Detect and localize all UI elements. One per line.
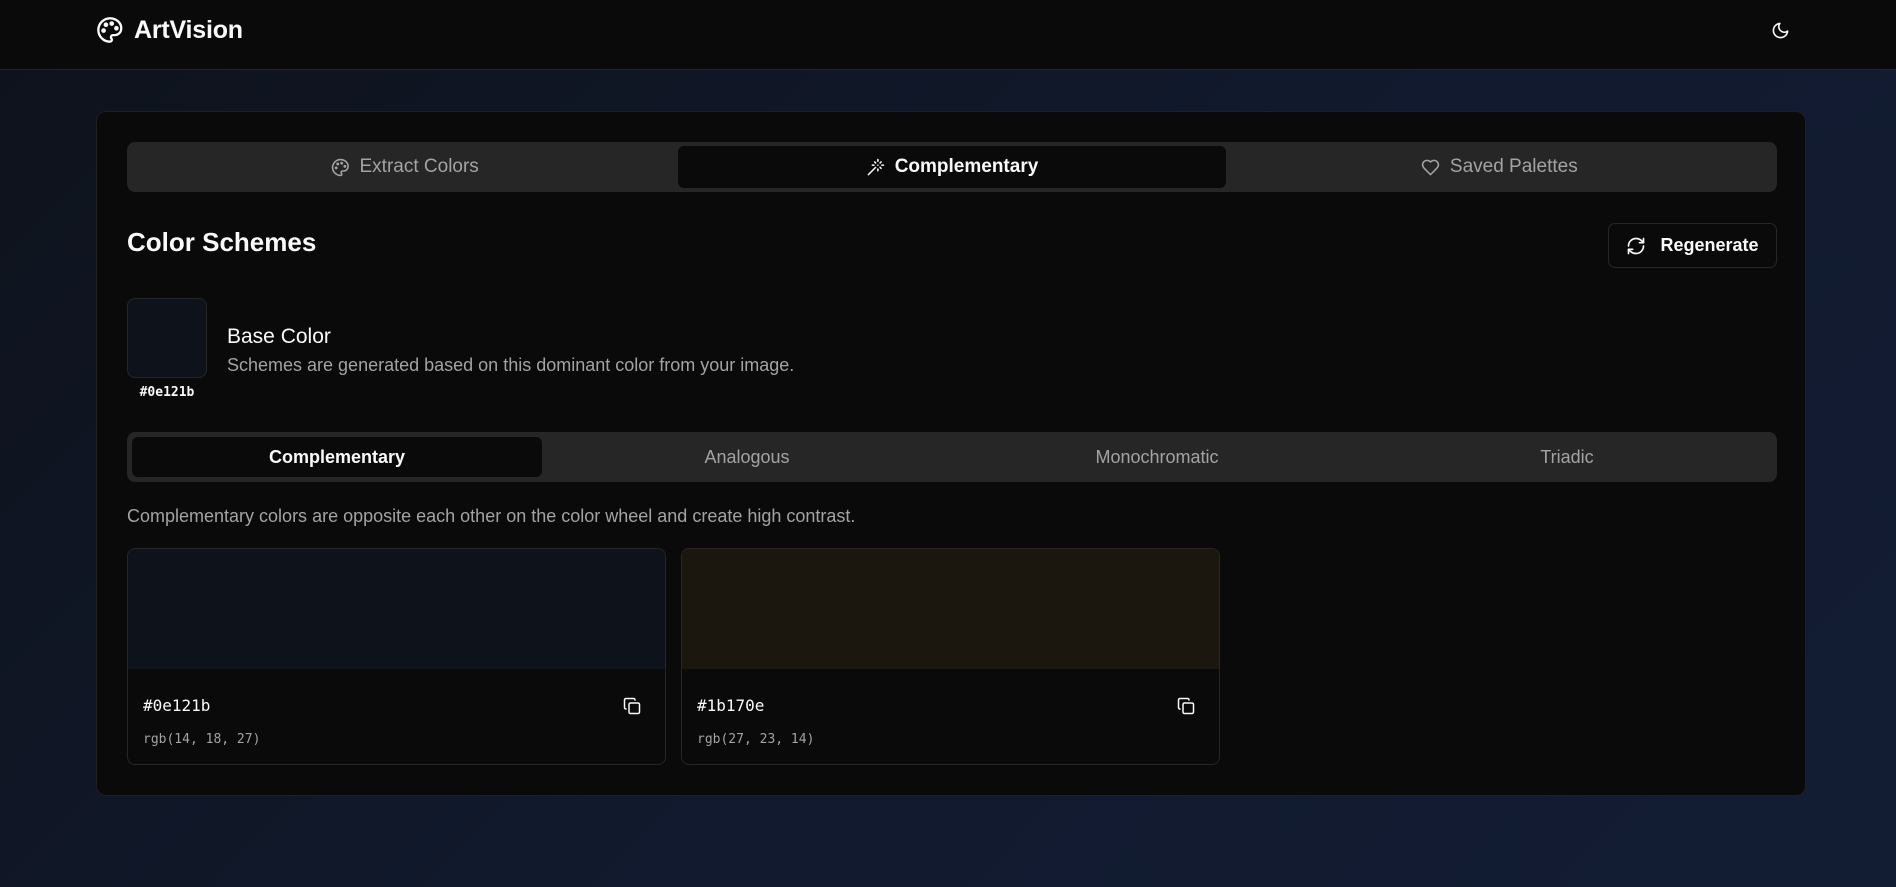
magic-wand-icon bbox=[866, 158, 885, 177]
tab-saved-palettes[interactable]: Saved Palettes bbox=[1226, 146, 1773, 188]
scheme-tab-analogous[interactable]: Analogous bbox=[542, 437, 952, 477]
color-hex: #0e121b bbox=[143, 696, 211, 715]
top-bar: ArtVision bbox=[0, 0, 1896, 70]
color-card: #0e121b rgb(14, 18, 27) bbox=[127, 548, 666, 765]
main-tabs: Extract Colors Complementary Saved Palet… bbox=[127, 142, 1777, 192]
base-color-hex: #0e121b bbox=[139, 385, 195, 400]
heart-icon bbox=[1421, 158, 1440, 177]
theme-toggle-button[interactable] bbox=[1764, 14, 1796, 46]
main-card: Extract Colors Complementary Saved Palet… bbox=[96, 111, 1806, 796]
app-name: ArtVision bbox=[134, 15, 243, 44]
color-rgb: rgb(27, 23, 14) bbox=[697, 732, 815, 747]
tab-label: Extract Colors bbox=[359, 156, 479, 177]
base-color-description: Schemes are generated based on this domi… bbox=[227, 355, 795, 375]
scheme-tabs: Complementary Analogous Monochromatic Tr… bbox=[127, 432, 1777, 482]
regenerate-label: Regenerate bbox=[1660, 235, 1759, 255]
copy-button[interactable] bbox=[619, 693, 645, 719]
palette-icon bbox=[331, 158, 350, 177]
color-rgb: rgb(14, 18, 27) bbox=[143, 732, 261, 747]
color-card: #1b170e rgb(27, 23, 14) bbox=[681, 548, 1220, 765]
refresh-icon bbox=[1626, 236, 1646, 256]
scheme-tab-monochromatic[interactable]: Monochromatic bbox=[952, 437, 1362, 477]
base-color-title: Base Color bbox=[227, 325, 331, 348]
scheme-tab-complementary[interactable]: Complementary bbox=[132, 437, 542, 477]
copy-button[interactable] bbox=[1173, 693, 1199, 719]
color-hex: #1b170e bbox=[697, 696, 765, 715]
brand[interactable]: ArtVision bbox=[96, 14, 243, 46]
copy-icon bbox=[1177, 697, 1195, 715]
palette-icon bbox=[96, 16, 124, 44]
tab-complementary[interactable]: Complementary bbox=[678, 146, 1226, 188]
color-swatch[interactable] bbox=[682, 549, 1219, 669]
scheme-description: Complementary colors are opposite each o… bbox=[127, 506, 856, 526]
tab-label: Complementary bbox=[894, 156, 1039, 177]
moon-icon bbox=[1771, 21, 1790, 40]
tab-extract-colors[interactable]: Extract Colors bbox=[131, 146, 678, 188]
regenerate-button[interactable]: Regenerate bbox=[1608, 223, 1777, 268]
color-swatch[interactable] bbox=[128, 549, 665, 669]
section-title: Color Schemes bbox=[127, 227, 317, 257]
scheme-tab-triadic[interactable]: Triadic bbox=[1362, 437, 1772, 477]
tab-label: Saved Palettes bbox=[1449, 156, 1578, 177]
base-color-swatch bbox=[127, 298, 207, 378]
copy-icon bbox=[623, 697, 641, 715]
